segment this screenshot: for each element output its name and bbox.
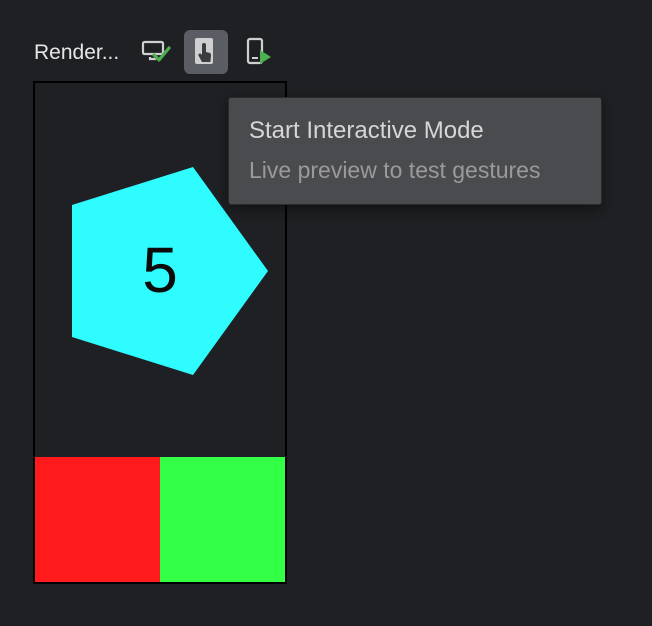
start-interactive-mode-button[interactable] [184,30,228,74]
tooltip-title: Start Interactive Mode [249,117,484,144]
green-swatch[interactable] [160,457,285,582]
validate-render-button[interactable] [134,30,178,74]
preview-toolbar: Render... [0,0,652,80]
touch-gesture-icon [195,38,213,64]
device-run-icon [246,37,271,65]
interactive-mode-tooltip: Start Interactive Mode Live preview to t… [228,97,602,205]
red-swatch[interactable] [35,457,160,582]
preview-title[interactable]: Render... [34,40,119,66]
tooltip-subtitle: Live preview to test gestures [249,157,541,183]
pentagon-label: 5 [142,234,178,306]
deploy-preview-button[interactable] [236,30,280,74]
device-check-icon [141,40,171,62]
